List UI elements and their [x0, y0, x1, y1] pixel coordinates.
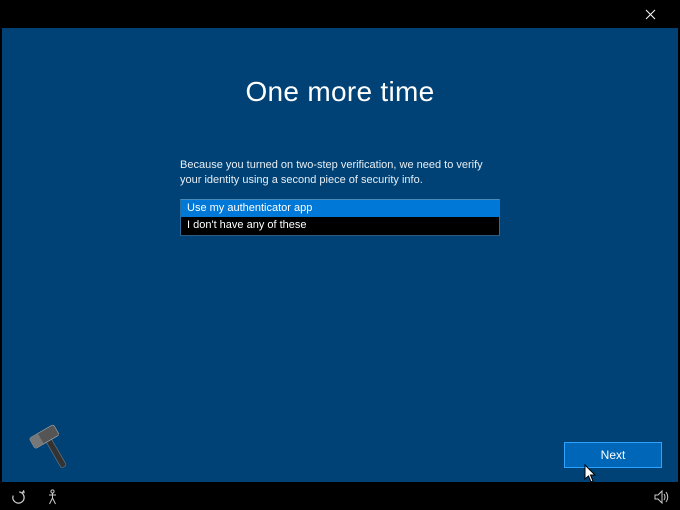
volume-icon — [654, 490, 670, 504]
verification-options-list[interactable]: Use my authenticator app I don't have an… — [180, 199, 500, 236]
oobe-window: One more time Because you turned on two-… — [0, 0, 680, 510]
volume-button[interactable] — [654, 489, 670, 505]
accessibility-button[interactable] — [44, 489, 60, 505]
ease-of-access-button[interactable] — [10, 489, 26, 505]
close-button[interactable] — [630, 0, 670, 28]
body-section: Because you turned on two-step verificat… — [180, 158, 500, 236]
accessibility-icon — [46, 489, 59, 505]
close-icon — [645, 9, 656, 20]
option-none-of-these[interactable]: I don't have any of these — [181, 217, 499, 234]
bottom-toolbar — [0, 484, 680, 510]
next-button-label: Next — [601, 448, 626, 462]
next-button[interactable]: Next — [564, 442, 662, 468]
option-authenticator-app[interactable]: Use my authenticator app — [181, 200, 499, 217]
description-text: Because you turned on two-step verificat… — [180, 158, 500, 189]
title-bar — [0, 0, 680, 28]
page-title: One more time — [2, 76, 678, 108]
hammer-watermark-icon — [22, 416, 82, 476]
content-pane: One more time Because you turned on two-… — [2, 28, 678, 482]
ease-of-access-icon — [11, 490, 26, 505]
